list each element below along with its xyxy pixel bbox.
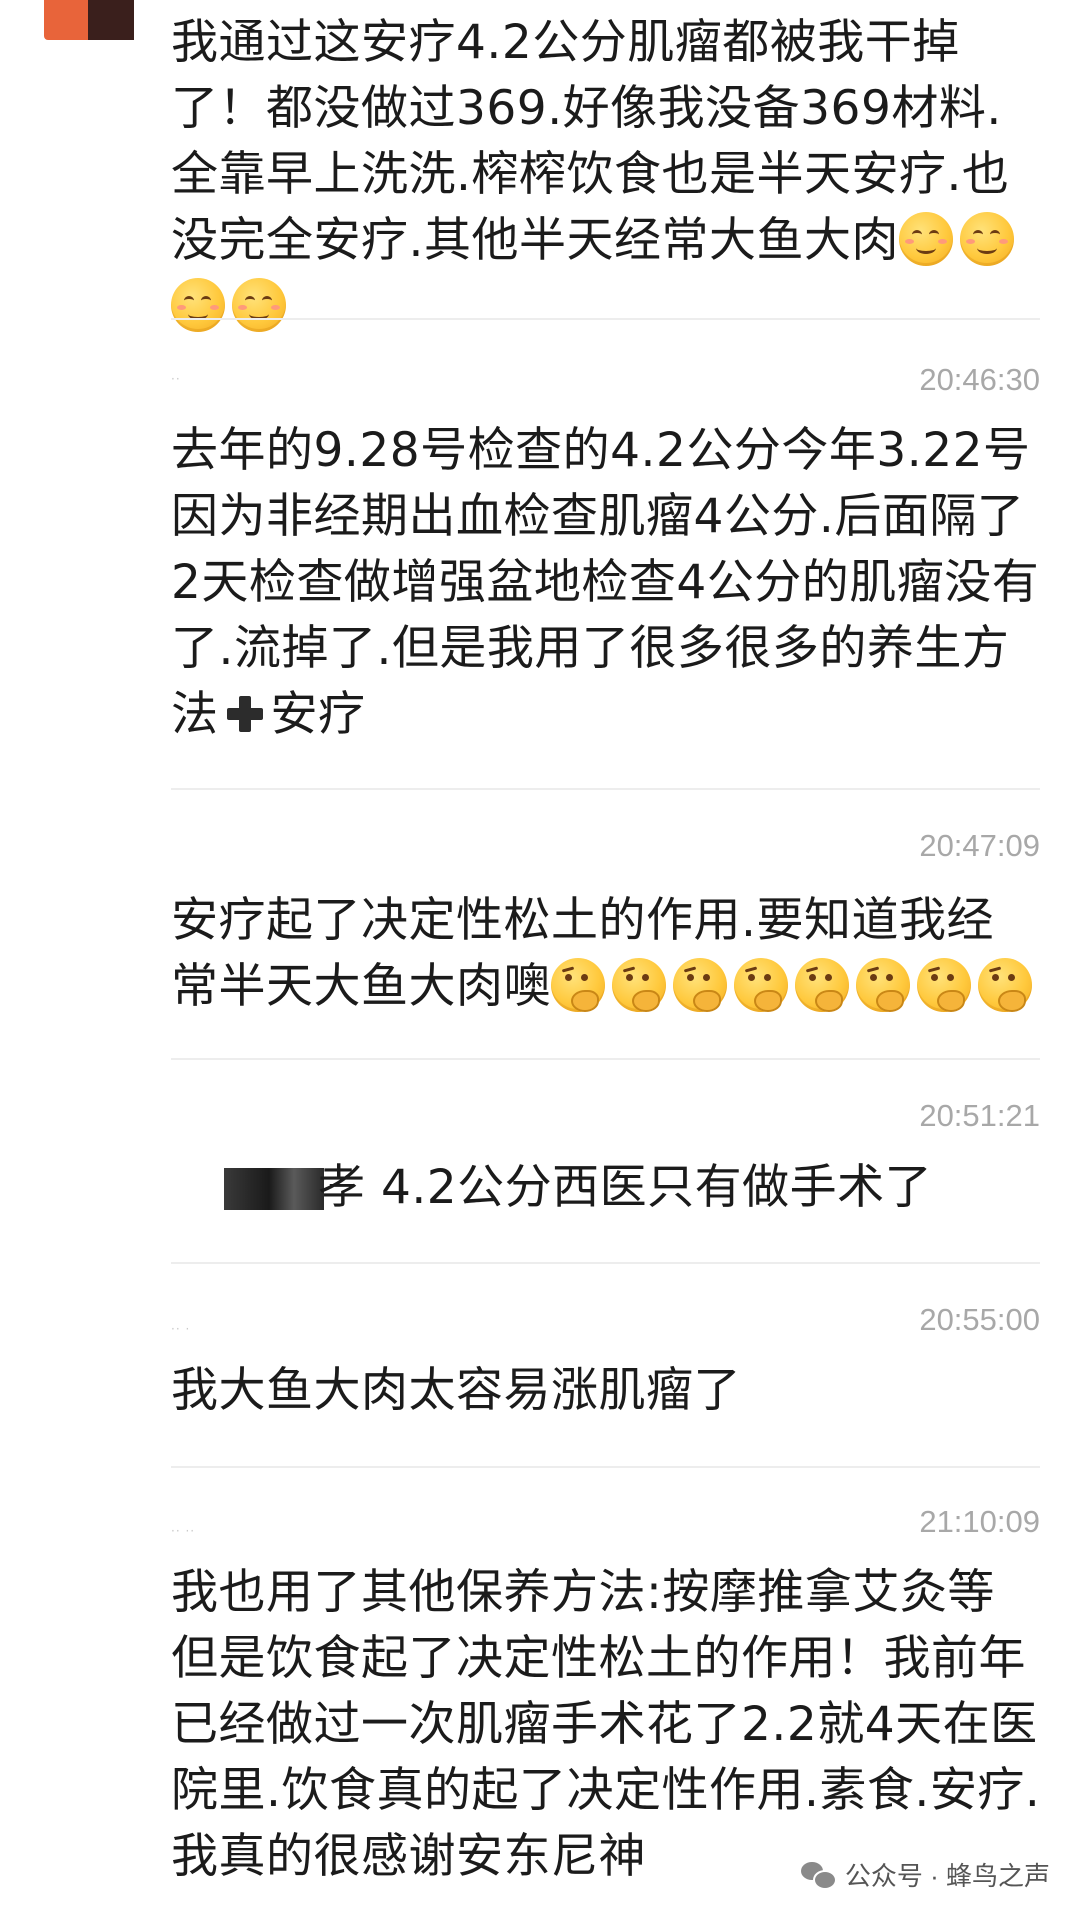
avatar-color-block	[44, 0, 88, 40]
thinking-face-emoji	[795, 958, 849, 1012]
message-text: 去年的9.28号检查的4.2公分今年3.22号因为非经期出血检查肌瘤4公分.后面…	[171, 423, 1040, 742]
smiling-face-emoji	[898, 212, 953, 266]
message-divider	[171, 1466, 1040, 1468]
watermark-text: 公众号 · 蜂鸟之声	[844, 1861, 1050, 1891]
message-divider	[171, 1262, 1040, 1264]
sender-name-redacted: ·· ··	[171, 1524, 196, 1538]
chat-message-5: 我大鱼大肉太容易涨肌瘤了	[171, 1358, 1041, 1424]
chat-message-4: 孝 4.2公分西医只有做手术了	[318, 1155, 1058, 1221]
heavy-plus-icon	[225, 694, 265, 734]
message-divider	[171, 788, 1040, 790]
smiling-face-emoji	[959, 212, 1014, 266]
message-text: 安疗起了决定性松土的作用.要知道我经常半天大鱼大肉噢	[171, 888, 1041, 1020]
chat-message-1: 我通过这安疗4.2公分肌瘤都被我干掉了！都没做过369.好像我没备369材料.全…	[171, 10, 1041, 340]
message-timestamp: 20:51:21	[919, 1098, 1040, 1133]
thinking-face-emoji	[551, 958, 605, 1012]
message-timestamp: 21:10:09	[919, 1504, 1040, 1539]
message-text: 我也用了其他保养方法:按摩推拿艾灸等但是饮食起了决定性松土的作用！我前年已经做过…	[171, 1565, 1041, 1884]
watermark: 公众号 · 蜂鸟之声	[800, 1856, 1050, 1893]
message-divider	[171, 1058, 1040, 1060]
chat-message-3: 安疗起了决定性松土的作用.要知道我经常半天大鱼大肉噢	[171, 888, 1041, 1020]
thinking-face-emoji	[917, 958, 971, 1012]
sender-name-redacted: ·· ·	[171, 1322, 191, 1336]
message-timestamp: 20:47:09	[919, 828, 1040, 863]
message-timestamp: 20:46:30	[919, 362, 1040, 397]
message-text: 我通过这安疗4.2公分肌瘤都被我干掉了！都没做过369.好像我没备369材料.全…	[171, 10, 1041, 340]
avatar[interactable]	[44, 0, 134, 40]
smiling-face-emoji	[171, 278, 225, 332]
wechat-icon	[800, 1860, 837, 1890]
sender-name-redacted: ··	[171, 372, 181, 386]
message-timestamp: 20:55:00	[919, 1302, 1040, 1337]
message-divider	[171, 318, 1040, 320]
thinking-face-emoji	[673, 958, 727, 1012]
redacted-name-block	[224, 1168, 324, 1210]
thinking-face-emoji	[978, 958, 1032, 1012]
smiling-face-emoji	[232, 278, 286, 332]
chat-message-6: 我也用了其他保养方法:按摩推拿艾灸等但是饮食起了决定性松土的作用！我前年已经做过…	[171, 1560, 1041, 1890]
avatar-dark-block	[88, 0, 134, 40]
thinking-face-emoji	[734, 958, 788, 1012]
thinking-face-emoji	[612, 958, 666, 1012]
message-text: 我大鱼大肉太容易涨肌瘤了	[171, 1363, 741, 1418]
thinking-face-emoji	[856, 958, 910, 1012]
message-text: 孝 4.2公分西医只有做手术了	[318, 1160, 933, 1215]
chat-message-2: 去年的9.28号检查的4.2公分今年3.22号因为非经期出血检查肌瘤4公分.后面…	[171, 418, 1041, 748]
